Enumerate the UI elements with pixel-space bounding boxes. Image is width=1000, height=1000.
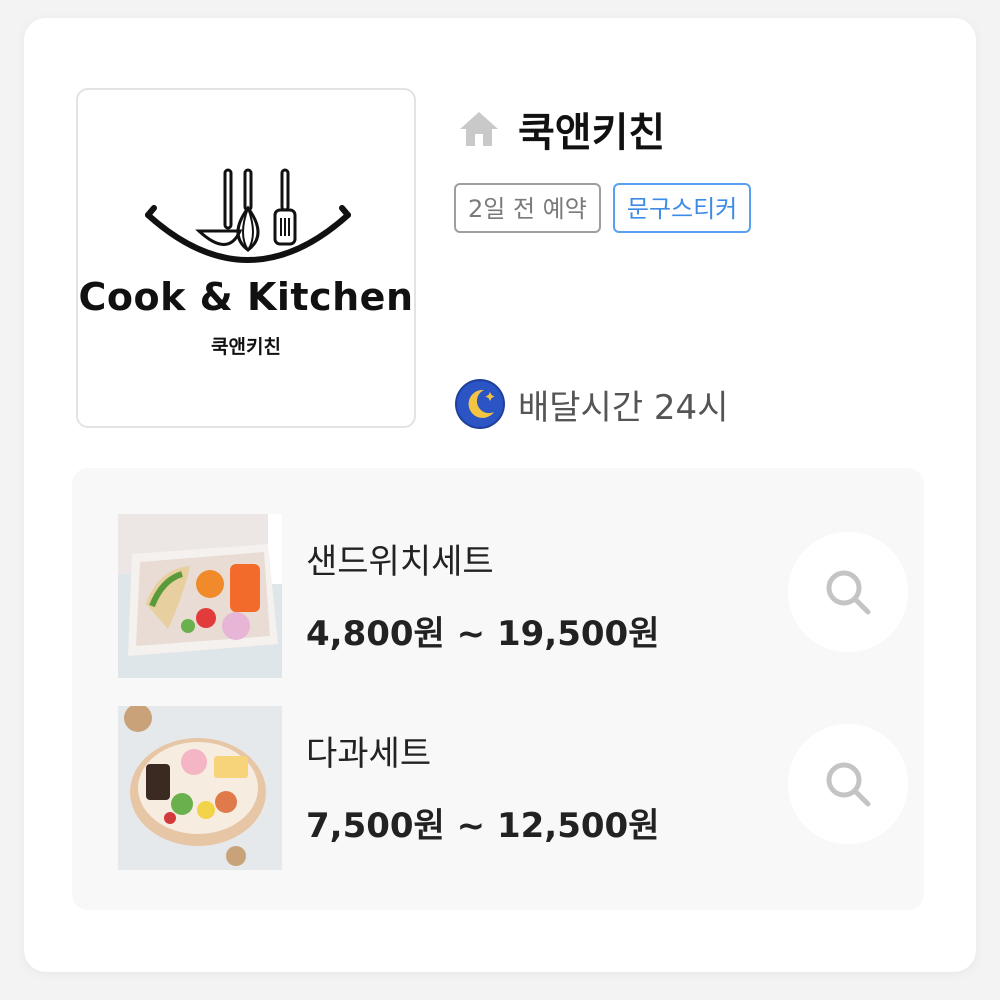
moon-night-icon (455, 379, 505, 429)
delivery-hours: 배달시간 24시 (518, 387, 729, 428)
menu-item-name: 샌드위치세트 (306, 542, 494, 582)
store-name: 쿡앤키친 (518, 110, 666, 156)
tag-sticker: 문구스티커 (612, 183, 752, 233)
store-logo: Cook & Kitchen 쿡앤키친 (76, 88, 416, 428)
utensils-smile-graphic (145, 168, 351, 263)
logo-title-en: Cook & Kitchen (78, 275, 414, 319)
search-icon (826, 570, 871, 615)
search-icon (826, 762, 871, 807)
menu-item-price: 7,500원 ~ 12,500원 (306, 806, 660, 846)
store-tags: 2일 전 예약 문구스티커 (454, 183, 752, 233)
dessert-set-photo (118, 706, 282, 870)
tag-reservation: 2일 전 예약 (454, 183, 601, 233)
search-button[interactable] (788, 532, 908, 652)
menu-item-name: 다과세트 (306, 734, 432, 774)
search-button[interactable] (788, 724, 908, 844)
list-item[interactable]: 다과세트 7,500원 ~ 12,500원 (118, 706, 908, 870)
menu-list: 샌드위치세트 4,800원 ~ 19,500원 다과세트 7,500원 ~ 12… (72, 468, 924, 910)
logo-title-ko: 쿡앤키친 (211, 336, 281, 358)
sandwich-set-photo (118, 514, 282, 678)
home-icon (460, 112, 498, 146)
delivery-info: 배달시간 24시 (454, 378, 728, 430)
menu-item-price: 4,800원 ~ 19,500원 (306, 614, 660, 654)
list-item[interactable]: 샌드위치세트 4,800원 ~ 19,500원 (118, 514, 908, 678)
store-card: Cook & Kitchen 쿡앤키친 쿡앤키친 2일 전 예약 문구스티커 배… (24, 18, 976, 972)
store-title-row: 쿡앤키친 (456, 100, 665, 158)
